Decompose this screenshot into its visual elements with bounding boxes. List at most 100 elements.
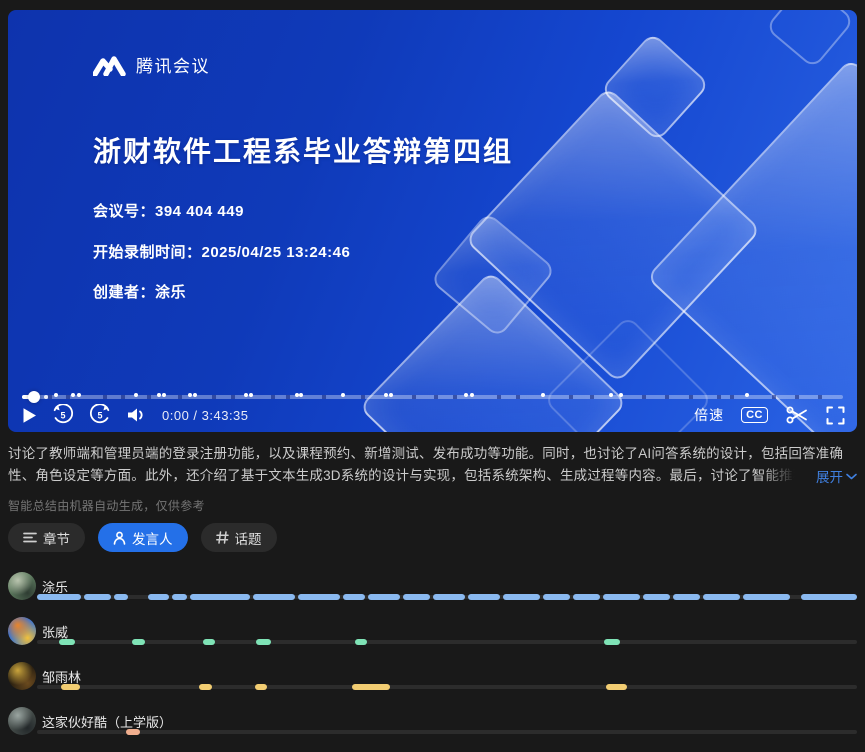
speaker-speech-segment[interactable] xyxy=(114,594,128,600)
speaker-speech-segment[interactable] xyxy=(801,594,857,600)
chapter-marker[interactable] xyxy=(162,393,166,397)
chapter-marker[interactable] xyxy=(541,393,545,397)
speaker-speech-segment[interactable] xyxy=(355,639,367,645)
chapter-marker[interactable] xyxy=(244,393,248,397)
progress-segment-gap xyxy=(590,395,594,399)
speaker-speech-segment[interactable] xyxy=(256,639,271,645)
tab-chapters[interactable]: 章节 xyxy=(8,523,85,552)
forward-5s-button[interactable]: 5 xyxy=(89,404,111,426)
speaker-speech-segment[interactable] xyxy=(573,594,600,600)
speaker-timeline-track[interactable] xyxy=(37,595,857,599)
playback-speed-button[interactable]: 倍速 xyxy=(694,405,724,425)
speaker-row: 这家伙好酷（上学版） xyxy=(8,703,857,748)
speaker-speech-segment[interactable] xyxy=(543,594,570,600)
chapter-marker[interactable] xyxy=(77,393,81,397)
progress-segment-gap xyxy=(147,395,151,399)
hash-icon xyxy=(216,531,229,544)
speaker-speech-segment[interactable] xyxy=(61,684,80,690)
speaker-speech-segment[interactable] xyxy=(298,594,341,600)
speaker-speech-segment[interactable] xyxy=(126,729,140,735)
tab-speakers[interactable]: 发言人 xyxy=(98,523,188,552)
subtitles-cc-button[interactable]: CC xyxy=(741,407,768,423)
progress-segment-gap xyxy=(361,395,365,399)
chevron-down-icon xyxy=(846,473,857,480)
speaker-speech-segment[interactable] xyxy=(84,594,111,600)
progress-segment-gap xyxy=(286,395,290,399)
speaker-speech-segment[interactable] xyxy=(59,639,75,645)
tencent-meeting-logo-icon xyxy=(93,54,127,76)
tab-label: 话题 xyxy=(235,528,262,548)
chapter-marker[interactable] xyxy=(609,393,613,397)
speaker-speech-segment[interactable] xyxy=(37,594,81,600)
progress-segment-gap xyxy=(212,395,216,399)
progress-segment-gap xyxy=(717,395,721,399)
chapter-marker[interactable] xyxy=(384,393,388,397)
speaker-timeline-track[interactable] xyxy=(37,685,857,689)
speaker-speech-segment[interactable] xyxy=(255,684,266,690)
meeting-recording-page: 腾讯会议 浙财软件工程系毕业答辩第四组 会议号：394 404 449 开始录制… xyxy=(0,0,865,752)
speaker-speech-segment[interactable] xyxy=(199,684,212,690)
speaker-avatar xyxy=(8,617,36,645)
speaker-speech-segment[interactable] xyxy=(743,594,790,600)
speaker-speech-segment[interactable] xyxy=(343,594,365,600)
speaker-speech-segment[interactable] xyxy=(604,639,620,645)
chapter-marker[interactable] xyxy=(71,393,75,397)
speaker-speech-segment[interactable] xyxy=(643,594,670,600)
speaker-speech-segment[interactable] xyxy=(352,684,390,690)
ai-summary: 讨论了教师端和管理员端的登录注册功能，以及课程预约、新增测试、发布成功等功能。同… xyxy=(8,443,857,487)
progress-segment-gap xyxy=(66,395,70,399)
speaker-speech-segment[interactable] xyxy=(433,594,465,600)
chapter-marker[interactable] xyxy=(249,393,253,397)
chapter-marker[interactable] xyxy=(341,393,345,397)
chapter-marker[interactable] xyxy=(188,393,192,397)
volume-button[interactable] xyxy=(126,406,147,424)
speaker-speech-segment[interactable] xyxy=(368,594,400,600)
speaker-speech-segment[interactable] xyxy=(673,594,700,600)
chapter-marker[interactable] xyxy=(193,393,197,397)
speaker-timeline-track[interactable] xyxy=(37,730,857,734)
play-button[interactable] xyxy=(22,407,37,424)
tencent-meeting-logo: 腾讯会议 xyxy=(93,52,210,77)
speaker-speech-segment[interactable] xyxy=(468,594,500,600)
chapter-marker[interactable] xyxy=(54,393,58,397)
clip-scissors-button[interactable] xyxy=(785,405,809,425)
speaker-speech-segment[interactable] xyxy=(603,594,640,600)
speaker-speech-segment[interactable] xyxy=(190,594,250,600)
chapter-marker[interactable] xyxy=(389,393,393,397)
rewind-5s-button[interactable]: 5 xyxy=(52,404,74,426)
speaker-speech-segment[interactable] xyxy=(148,594,169,600)
progress-segment-gap xyxy=(178,395,182,399)
speaker-row: 涂乐 xyxy=(8,568,857,613)
expand-summary-link[interactable]: 展开 xyxy=(761,465,857,487)
glass-cube-decoration xyxy=(765,10,855,69)
speaker-speech-segment[interactable] xyxy=(203,639,215,645)
chapter-marker[interactable] xyxy=(134,393,138,397)
video-player[interactable]: 腾讯会议 浙财软件工程系毕业答辩第四组 会议号：394 404 449 开始录制… xyxy=(8,10,857,432)
fullscreen-button[interactable] xyxy=(826,406,845,425)
speaker-speech-segment[interactable] xyxy=(703,594,740,600)
speaker-speech-segment[interactable] xyxy=(172,594,187,600)
speaker-speech-segment[interactable] xyxy=(132,639,145,645)
chapter-marker[interactable] xyxy=(299,393,303,397)
logo-text: 腾讯会议 xyxy=(136,52,210,77)
progress-segment-gap xyxy=(730,395,734,399)
speaker-speech-segment[interactable] xyxy=(403,594,430,600)
tab-topics[interactable]: 话题 xyxy=(201,523,277,552)
speaker-timeline-track[interactable] xyxy=(37,640,857,644)
speaker-speech-segment[interactable] xyxy=(606,684,627,690)
progress-segment-gap xyxy=(48,395,52,399)
progress-bar[interactable] xyxy=(22,395,843,399)
chapter-marker[interactable] xyxy=(464,393,468,397)
speaker-speech-segment[interactable] xyxy=(253,594,296,600)
speaker-speech-segment[interactable] xyxy=(503,594,540,600)
chapter-marker[interactable] xyxy=(470,393,474,397)
progress-segment-gap xyxy=(689,395,693,399)
chapter-marker[interactable] xyxy=(619,393,623,397)
chapter-marker[interactable] xyxy=(157,393,161,397)
chapter-marker[interactable] xyxy=(745,393,749,397)
meeting-title: 浙财软件工程系毕业答辩第四组 xyxy=(93,130,513,170)
progress-track[interactable] xyxy=(22,395,843,399)
progress-segment-gap xyxy=(642,395,646,399)
speaker-row: 张威 xyxy=(8,613,857,658)
progress-segment-gap xyxy=(271,395,275,399)
